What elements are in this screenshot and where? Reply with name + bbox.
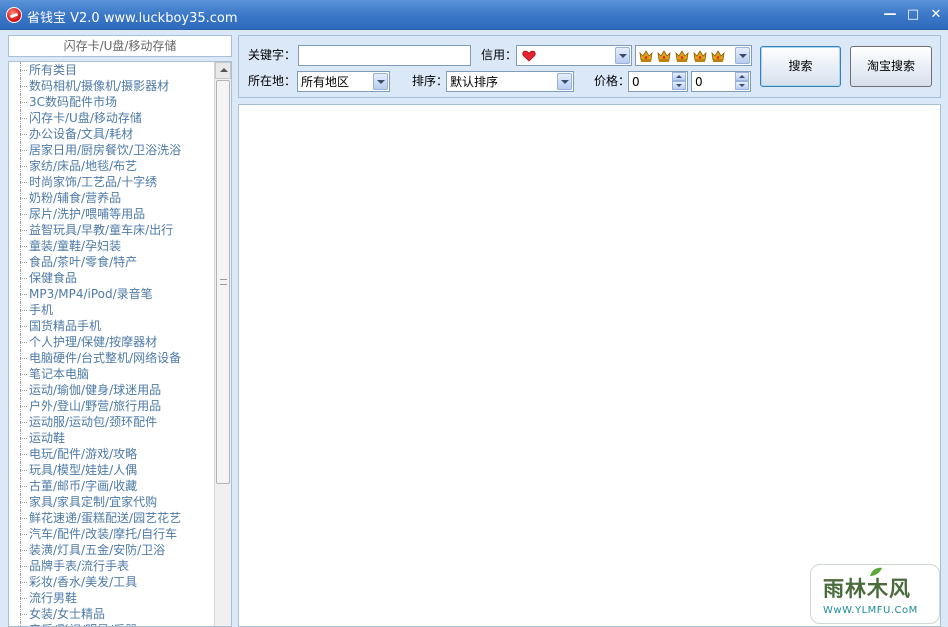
category-item[interactable]: 奶粉/辅食/营养品 [9,190,214,206]
category-item[interactable]: MP3/MP4/iPod/录音笔 [9,286,214,302]
keyword-label: 关键字： [248,48,297,62]
spin-down-icon[interactable] [735,81,749,90]
category-item[interactable]: 益智玩具/早教/童车床/出行 [9,222,214,238]
app-logo-icon [6,7,22,23]
category-item[interactable]: 手机 [9,302,214,318]
taobao-search-button[interactable]: 淘宝搜索 [850,46,932,87]
category-scrollbar[interactable] [214,62,231,626]
credit-min-select[interactable] [516,45,632,66]
price-max-value: 0 [695,75,703,89]
category-item[interactable]: 流行男鞋 [9,590,214,606]
category-item[interactable]: 电玩/配件/游戏/攻略 [9,446,214,462]
category-item[interactable]: 办公设备/文具/耗材 [9,126,214,142]
category-tree[interactable]: 所有类目 数码相机/摄像机/摄影器材 3C数码配件市场 闪存卡/U盘/移动存储 办公设备… [8,61,232,627]
category-item[interactable]: 户外/登山/野营/旅行用品 [9,398,214,414]
category-item[interactable]: 家纺/床品/地毯/布艺 [9,158,214,174]
category-item[interactable]: 食品/茶叶/零食/特产 [9,254,214,270]
category-item[interactable]: 居家日用/厨房餐饮/卫浴洗浴 [9,142,214,158]
crown-icon [693,50,707,62]
main-window: 省钱宝 V2.0 www.luckboy35.com — □ ✕ 闪存卡/U盘/… [0,0,948,627]
chevron-down-icon[interactable] [735,47,750,64]
category-item[interactable]: 闪存卡/U盘/移动存储 [9,110,214,126]
minimize-button[interactable]: — [880,6,900,24]
crown-icon [639,50,653,62]
category-item[interactable]: 古董/邮币/字画/收藏 [9,478,214,494]
results-panel[interactable] [238,104,941,627]
selected-category-header: 闪存卡/U盘/移动存储 [8,35,232,57]
chevron-down-icon[interactable] [557,73,572,90]
category-item[interactable]: 运动服/运动包/颈环配件 [9,414,214,430]
location-value: 所有地区 [301,75,350,89]
category-item[interactable]: 个人护理/保健/按摩器材 [9,334,214,350]
ylmf-watermark-logo: 雨林木风 WwW.YLMFU.CoM [810,564,940,624]
price-min-value: 0 [632,75,640,89]
maximize-button[interactable]: □ [903,6,923,24]
price-max-stepper[interactable]: 0 [691,71,751,92]
category-item[interactable]: 装潢/灯具/五金/安防/卫浴 [9,542,214,558]
credit-max-select[interactable] [635,45,752,66]
heart-icon [522,50,536,62]
location-label: 所在地： [248,74,297,88]
category-item[interactable]: 鲜花速递/蛋糕配送/园艺花艺 [9,510,214,526]
close-button[interactable]: ✕ [926,6,946,24]
search-toolbar: 关键字： 信用： 所在地： 所有地区 排序： 默认排序 价格： 0 0 搜索 淘… [238,35,941,98]
scrollbar-grip-icon [220,279,227,285]
watermark-title: 雨林木风 [823,577,911,601]
crown-icon [675,50,689,62]
search-button[interactable]: 搜索 [760,46,841,87]
category-item[interactable]: 音乐/影视/明星/乐器 [9,622,214,626]
crown-icon [711,50,725,62]
title-bar[interactable]: 省钱宝 V2.0 www.luckboy35.com — □ ✕ [0,0,948,30]
category-item[interactable]: 运动鞋 [9,430,214,446]
category-item[interactable]: 3C数码配件市场 [9,94,214,110]
chevron-down-icon[interactable] [615,47,630,64]
window-title: 省钱宝 V2.0 www.luckboy35.com [27,11,238,26]
spin-up-icon[interactable] [672,72,686,81]
category-item[interactable]: 笔记本电脑 [9,366,214,382]
scrollbar-thumb[interactable] [216,80,230,484]
category-item[interactable]: 所有类目 [9,62,214,78]
category-item[interactable]: 品牌手表/流行手表 [9,558,214,574]
location-select[interactable]: 所有地区 [297,71,390,92]
category-item[interactable]: 汽车/配件/改装/摩托/自行车 [9,526,214,542]
chevron-down-icon[interactable] [373,73,388,90]
spin-down-icon[interactable] [672,81,686,90]
crown-level-indicator [638,48,728,64]
category-tree-items: 所有类目 数码相机/摄像机/摄影器材 3C数码配件市场 闪存卡/U盘/移动存储 办公设备… [9,62,214,626]
price-label: 价格： [594,74,631,88]
sort-select[interactable]: 默认排序 [446,71,574,92]
category-item[interactable]: 家具/家具定制/宜家代购 [9,494,214,510]
price-min-stepper[interactable]: 0 [628,71,688,92]
sort-label: 排序： [412,74,449,88]
credit-label: 信用： [481,48,518,62]
scroll-up-arrow-icon[interactable] [215,62,231,79]
category-item[interactable]: 玩具/模型/娃娃/人偶 [9,462,214,478]
category-pane: 闪存卡/U盘/移动存储 所有类目 数码相机/摄像机/摄影器材 3C数码配件市场 闪存卡… [8,35,232,627]
category-item[interactable]: 彩妆/香水/美发/工具 [9,574,214,590]
category-item[interactable]: 数码相机/摄像机/摄影器材 [9,78,214,94]
category-item[interactable]: 运动/瑜伽/健身/球迷用品 [9,382,214,398]
category-item[interactable]: 女装/女士精品 [9,606,214,622]
category-item[interactable]: 尿片/洗护/喂哺等用品 [9,206,214,222]
crown-icon [657,50,671,62]
spin-up-icon[interactable] [735,72,749,81]
category-item[interactable]: 电脑硬件/台式整机/网络设备 [9,350,214,366]
sort-value: 默认排序 [450,75,499,89]
keyword-input[interactable] [298,45,471,66]
watermark-url: WwW.YLMFU.CoM [823,605,918,616]
category-item[interactable]: 童装/童鞋/孕妇装 [9,238,214,254]
category-item[interactable]: 国货精品手机 [9,318,214,334]
category-item[interactable]: 时尚家饰/工艺品/十字绣 [9,174,214,190]
category-item[interactable]: 保健食品 [9,270,214,286]
